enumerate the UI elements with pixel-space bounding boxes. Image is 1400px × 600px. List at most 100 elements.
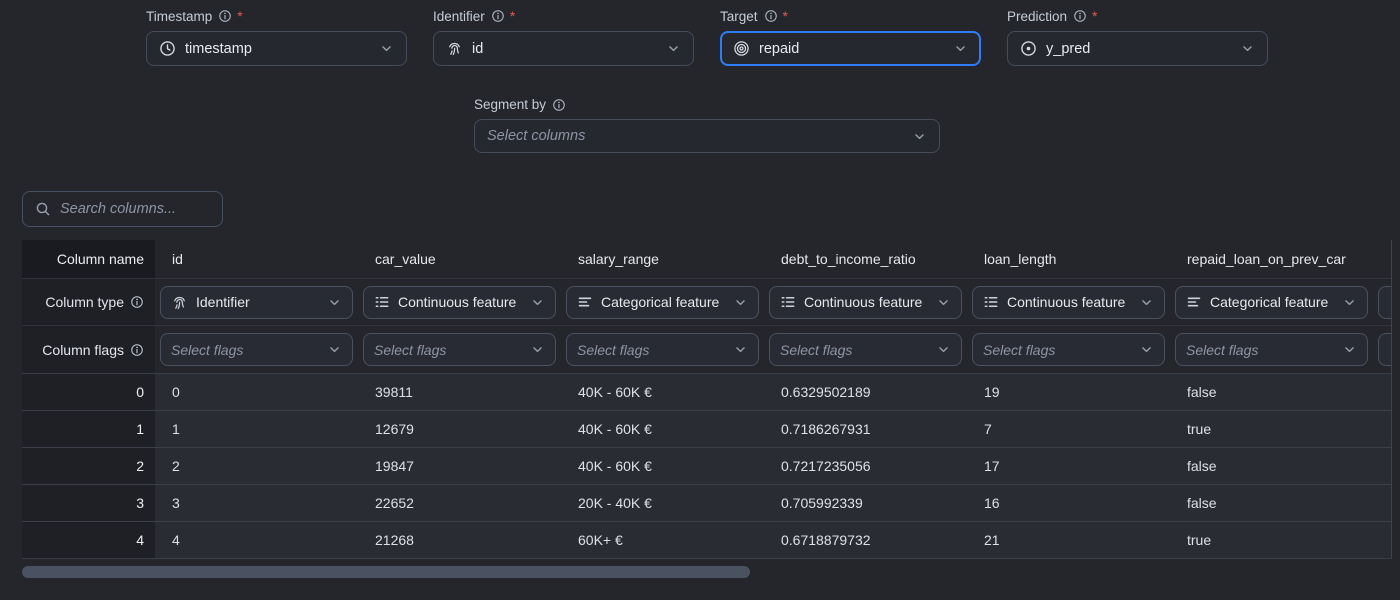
cell-repaid_loan_on_prev_car: false <box>1170 384 1373 400</box>
segment-by-select[interactable]: Select columns <box>474 119 940 153</box>
column-name-row-header: Column name <box>22 240 155 278</box>
cell-salary_range: 40K - 60K € <box>561 458 764 474</box>
cell-salary_range: 60K+ € <box>561 532 764 548</box>
info-icon[interactable] <box>764 9 778 23</box>
column-flags-select-debt_to_income_ratio[interactable]: Select flags <box>769 333 962 366</box>
clipped-next-column <box>1373 286 1392 319</box>
select-value: Categorical feature <box>601 294 719 310</box>
cell-id: 2 <box>155 458 358 474</box>
info-icon[interactable] <box>552 98 566 112</box>
column-header-repaid_loan_on_prev_car: repaid_loan_on_prev_car <box>1170 251 1373 267</box>
row-index: 1 <box>22 411 155 447</box>
row-index: 4 <box>22 522 155 558</box>
row-index: 3 <box>22 485 155 521</box>
timestamp-select[interactable]: timestamp <box>146 31 407 66</box>
column-type-select[interactable] <box>1378 286 1392 319</box>
search-icon <box>35 201 51 217</box>
field-target: Target * repaid <box>720 8 981 66</box>
cell-id: 0 <box>155 384 358 400</box>
column-header-salary_range: salary_range <box>561 251 764 267</box>
clipped-next-column <box>1373 333 1392 366</box>
column-mapping-row: Timestamp * timestamp Identifier * id Ta… <box>146 8 1268 66</box>
column-type-select-debt_to_income_ratio[interactable]: Continuous feature <box>769 286 962 319</box>
cell-id: 1 <box>155 421 358 437</box>
table-row: 221984740K - 60K €0.721723505617false <box>22 447 1392 484</box>
table-row: 111267940K - 60K €0.71862679317true <box>22 410 1392 447</box>
column-header-car_value: car_value <box>358 251 561 267</box>
info-icon[interactable] <box>218 9 232 23</box>
select-value: Continuous feature <box>398 294 516 310</box>
info-icon[interactable] <box>491 9 505 23</box>
column-flags-row-header: Column flags <box>22 326 155 373</box>
chevron-down-icon <box>530 342 545 357</box>
required-asterisk: * <box>510 8 515 24</box>
row-header-text: Column flags <box>42 342 124 358</box>
column-type-select-loan_length[interactable]: Continuous feature <box>972 286 1165 319</box>
select-value: timestamp <box>185 41 252 57</box>
search-input[interactable] <box>60 201 210 217</box>
chevron-down-icon <box>733 295 748 310</box>
select-placeholder: Select flags <box>171 342 243 358</box>
chevron-down-icon <box>530 295 545 310</box>
column-flags-select-repaid_loan_on_prev_car[interactable]: Select flags <box>1175 333 1368 366</box>
table-row: 332265220K - 40K €0.70599233916false <box>22 484 1392 521</box>
chevron-down-icon <box>912 129 927 144</box>
column-header-loan_length: loan_length <box>967 251 1170 267</box>
field-identifier: Identifier * id <box>433 8 694 66</box>
info-icon[interactable] <box>1073 9 1087 23</box>
cell-repaid_loan_on_prev_car: false <box>1170 458 1373 474</box>
column-type-select-id[interactable]: Identifier <box>160 286 353 319</box>
column-flags-select-car_value[interactable]: Select flags <box>363 333 556 366</box>
column-flags-select-salary_range[interactable]: Select flags <box>566 333 759 366</box>
field-label: Prediction * <box>1007 8 1268 24</box>
info-icon[interactable] <box>130 343 144 357</box>
row-header-text: Column type <box>45 294 124 310</box>
column-flags-select-loan_length[interactable]: Select flags <box>972 333 1165 366</box>
field-label-text: Target <box>720 9 758 24</box>
fingerprint-icon <box>171 294 188 311</box>
cell-car_value: 12679 <box>358 421 561 437</box>
info-icon[interactable] <box>130 295 144 309</box>
field-label: Target * <box>720 8 981 24</box>
field-label-text: Identifier <box>433 9 485 24</box>
target-select[interactable]: repaid <box>720 31 981 66</box>
select-placeholder: Select flags <box>983 342 1055 358</box>
prediction-select[interactable]: y_pred <box>1007 31 1268 66</box>
cell-debt_to_income_ratio: 0.7186267931 <box>764 421 967 437</box>
column-header-debt_to_income_ratio: debt_to_income_ratio <box>764 251 967 267</box>
cell-car_value: 19847 <box>358 458 561 474</box>
numbered-list-icon <box>983 294 999 310</box>
select-placeholder: Select flags <box>374 342 446 358</box>
cell-loan_length: 21 <box>967 532 1170 548</box>
horizontal-scrollbar-thumb[interactable] <box>22 566 750 578</box>
fingerprint-icon <box>446 40 463 57</box>
column-type-row: Column type Identifier Continuous feature… <box>22 278 1392 325</box>
cell-car_value: 22652 <box>358 495 561 511</box>
identifier-select[interactable]: id <box>433 31 694 66</box>
cell-repaid_loan_on_prev_car: false <box>1170 495 1373 511</box>
chevron-down-icon <box>1139 342 1154 357</box>
cell-id: 3 <box>155 495 358 511</box>
column-type-row-header: Column type <box>22 279 155 325</box>
cell-salary_range: 40K - 60K € <box>561 384 764 400</box>
column-type-select-car_value[interactable]: Continuous feature <box>363 286 556 319</box>
column-flags-select[interactable] <box>1378 333 1392 366</box>
column-flags-select-id[interactable]: Select flags <box>160 333 353 366</box>
chevron-down-icon <box>1342 295 1357 310</box>
chevron-down-icon <box>666 41 681 56</box>
search-box <box>22 191 223 227</box>
column-type-select-salary_range[interactable]: Categorical feature <box>566 286 759 319</box>
columns-table: Column name idcar_valuesalary_rangedebt_… <box>22 240 1392 559</box>
field-label-text: Segment by <box>474 97 546 112</box>
column-type-select-repaid_loan_on_prev_car[interactable]: Categorical feature <box>1175 286 1368 319</box>
chevron-down-icon <box>1139 295 1154 310</box>
table-row: 003981140K - 60K €0.632950218919false <box>22 373 1392 410</box>
cell-salary_range: 20K - 40K € <box>561 495 764 511</box>
select-value: Continuous feature <box>804 294 922 310</box>
column-flags-row: Column flags Select flags Select flags Sel… <box>22 325 1392 373</box>
select-placeholder: Select flags <box>780 342 852 358</box>
cell-repaid_loan_on_prev_car: true <box>1170 421 1373 437</box>
chevron-down-icon <box>936 342 951 357</box>
required-asterisk: * <box>783 8 788 24</box>
column-name-row: Column name idcar_valuesalary_rangedebt_… <box>22 240 1392 278</box>
